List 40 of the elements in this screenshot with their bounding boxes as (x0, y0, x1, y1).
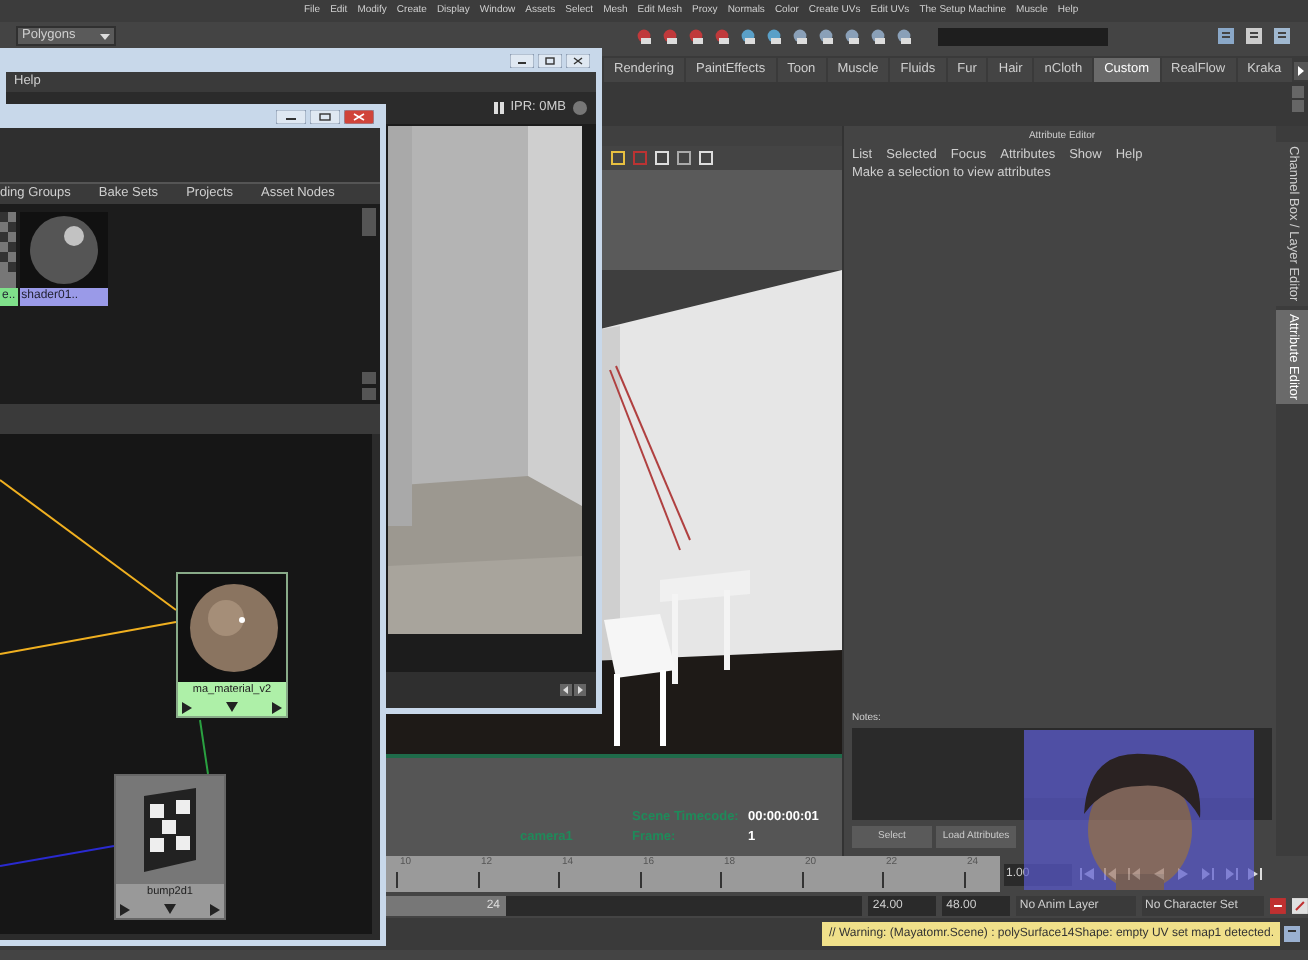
scroll-left-icon[interactable] (560, 684, 572, 696)
tool-icon[interactable] (636, 27, 654, 45)
shader-swatch[interactable] (19, 212, 108, 288)
preferences-icon[interactable] (1292, 897, 1308, 913)
tool-icon[interactable] (896, 27, 914, 45)
expand-icon[interactable] (164, 904, 176, 914)
output-port-icon[interactable] (272, 701, 282, 713)
close-icon[interactable] (344, 109, 374, 123)
layout-icon[interactable] (1244, 26, 1264, 46)
minimize-icon[interactable] (510, 53, 534, 67)
tool-icon[interactable] (818, 27, 836, 45)
tool-icon[interactable] (688, 27, 706, 45)
maximize-icon[interactable] (310, 109, 340, 123)
tool-icon[interactable] (766, 27, 784, 45)
maximize-icon[interactable] (538, 53, 562, 67)
close-icon[interactable] (566, 53, 590, 67)
tool-icon[interactable] (844, 27, 862, 45)
layout-icon[interactable] (1216, 26, 1236, 46)
tool-icon[interactable] (792, 27, 810, 45)
pause-icon[interactable] (494, 102, 505, 114)
tool-icon[interactable] (714, 27, 732, 45)
tool-icon[interactable] (870, 27, 888, 45)
command-search-field[interactable] (938, 27, 1108, 45)
input-port-icon[interactable] (120, 903, 130, 915)
scroll-right-icon[interactable] (1293, 62, 1308, 80)
minimize-icon[interactable] (276, 109, 306, 123)
scrollbar-thumb[interactable] (362, 208, 376, 236)
checker-swatch[interactable] (0, 212, 16, 288)
output-port-icon[interactable] (210, 903, 220, 915)
script-editor-icon[interactable] (1284, 926, 1300, 942)
connection-line (0, 845, 115, 867)
expand-icon[interactable] (226, 702, 238, 712)
layout-icon[interactable] (1272, 26, 1292, 46)
ipr-icon[interactable] (572, 100, 588, 116)
connection-line (199, 719, 209, 775)
input-port-icon[interactable] (182, 701, 192, 713)
tool-icon[interactable] (662, 27, 680, 45)
caret-icon (100, 33, 110, 39)
auto-key-icon[interactable] (1270, 897, 1287, 913)
tool-icon[interactable] (740, 27, 758, 45)
